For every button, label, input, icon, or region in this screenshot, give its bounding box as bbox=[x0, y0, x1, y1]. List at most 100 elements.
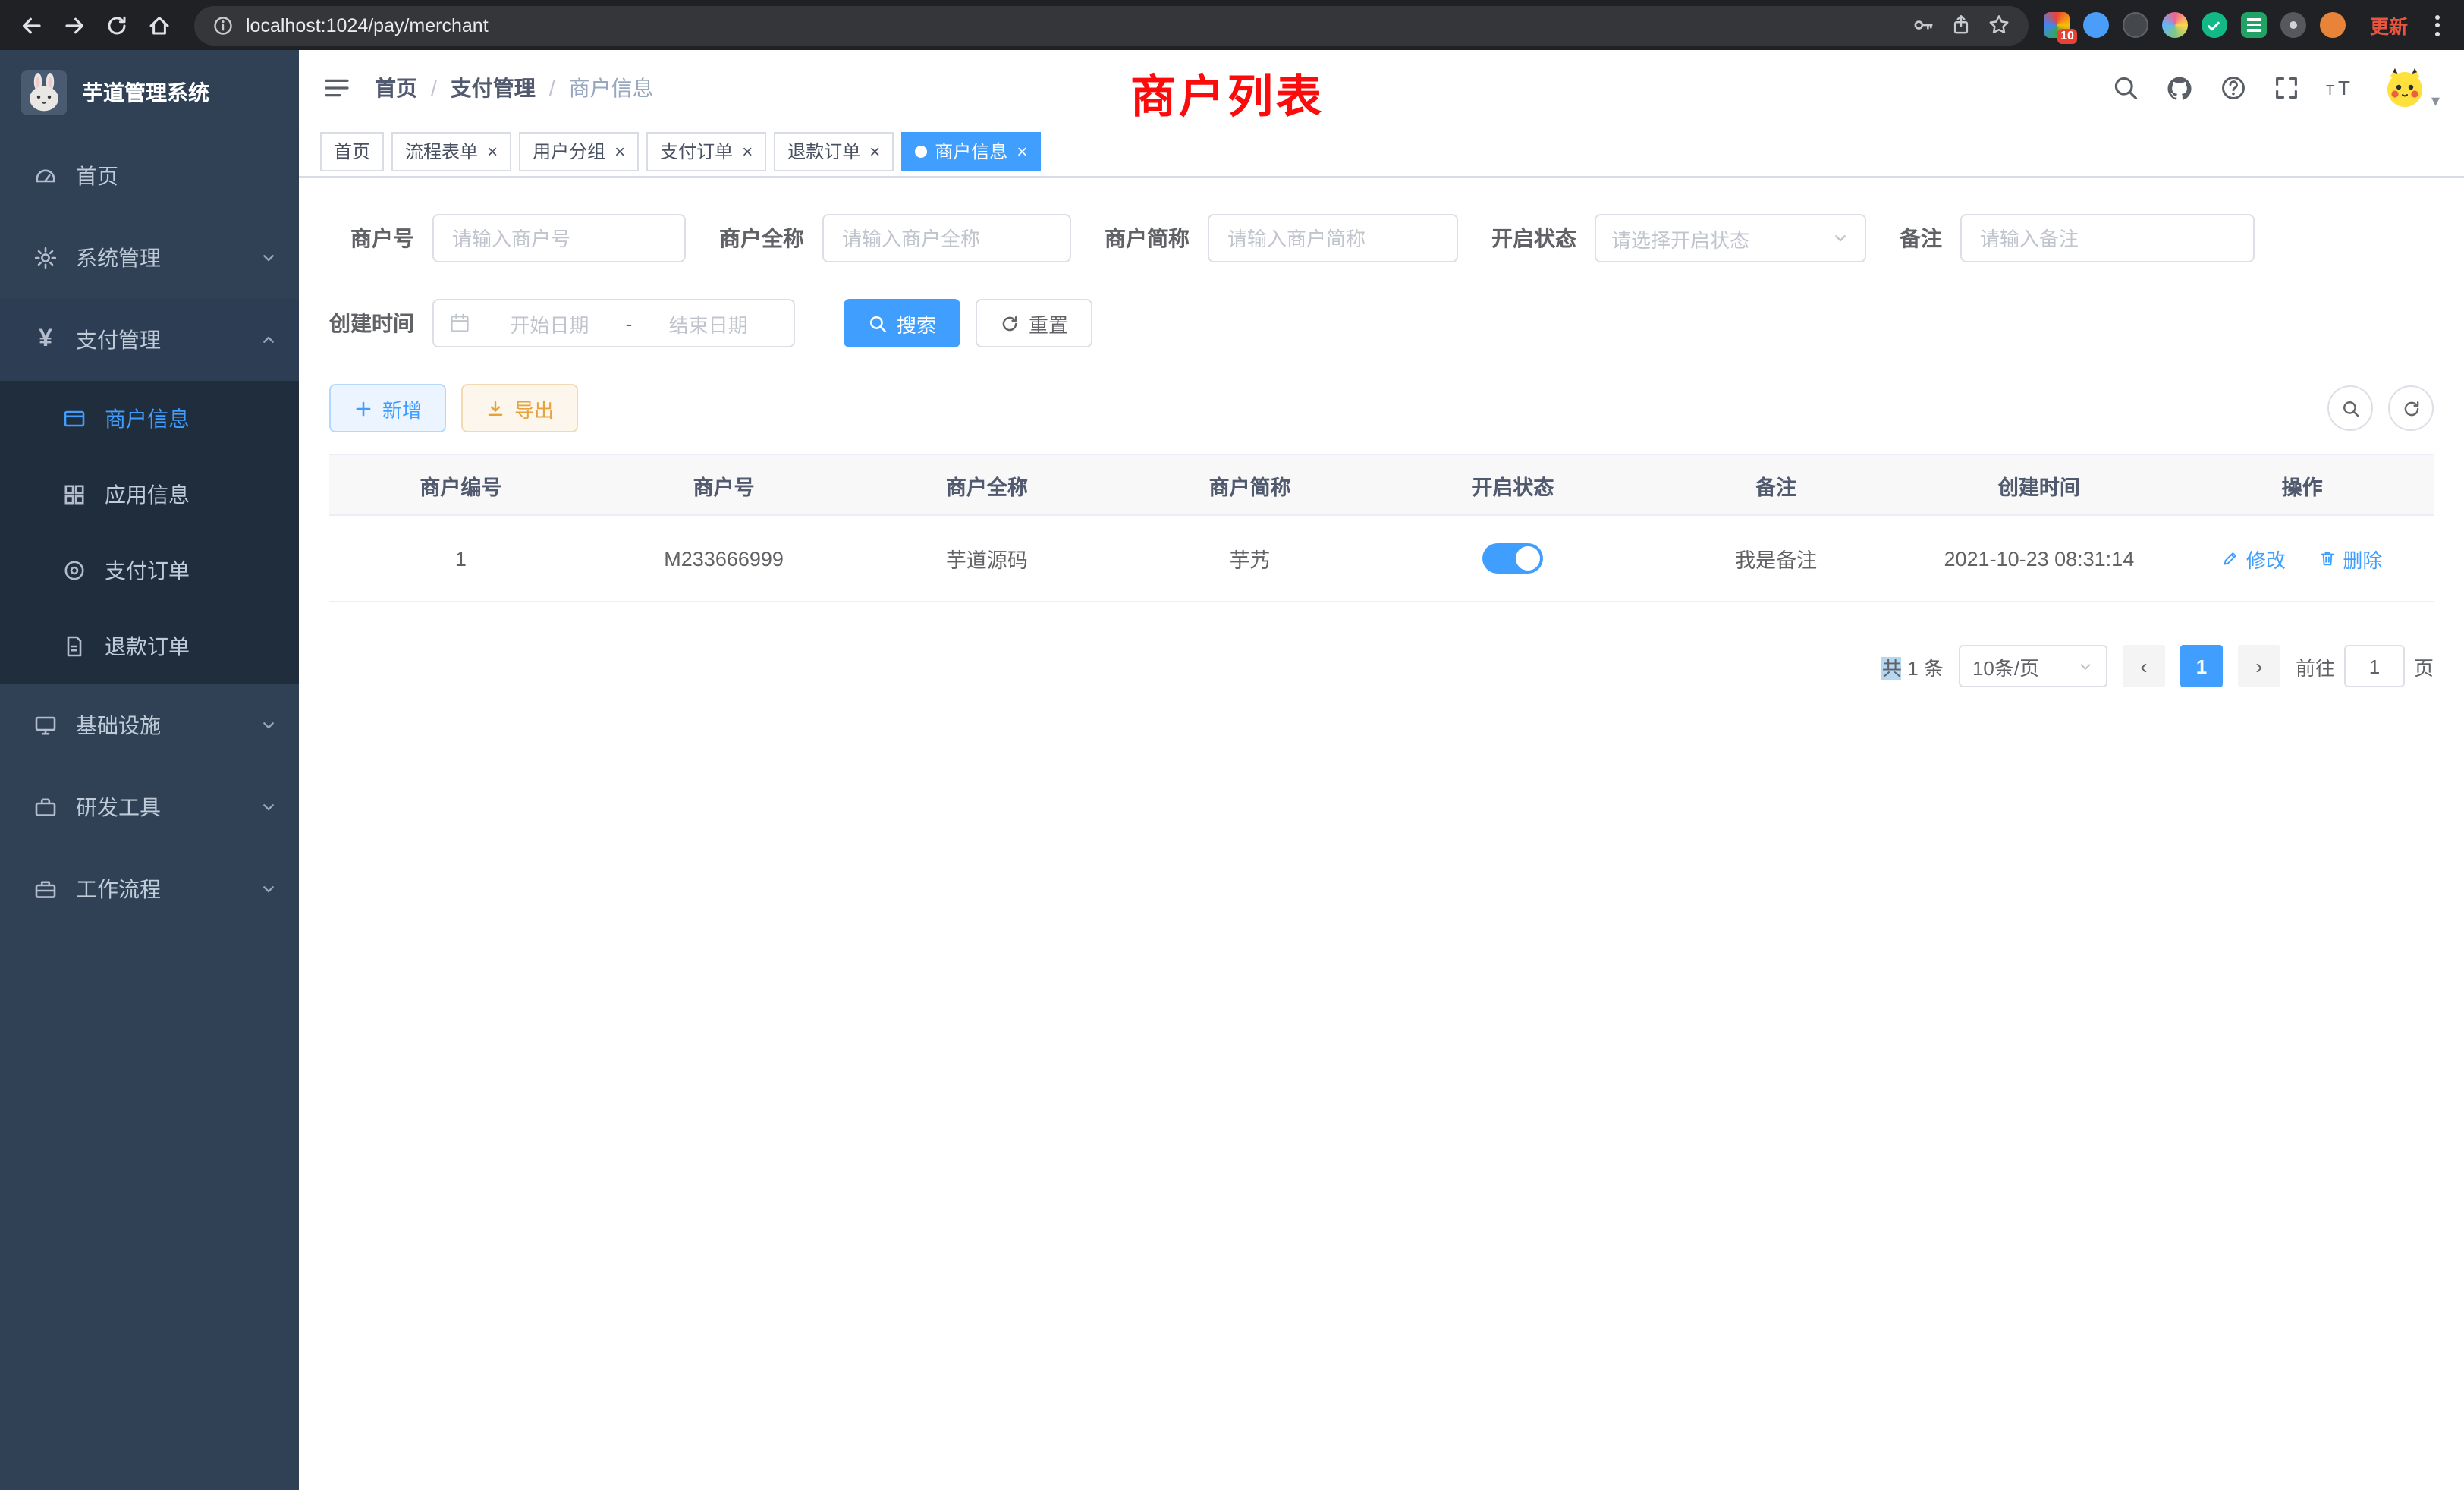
close-icon[interactable]: × bbox=[869, 142, 880, 160]
tab-process-form[interactable]: 流程表单 × bbox=[391, 131, 511, 171]
forward-icon[interactable] bbox=[55, 5, 94, 45]
edit-button[interactable]: 修改 bbox=[2222, 544, 2286, 573]
page-size-select[interactable]: 10条/页 bbox=[1959, 645, 2107, 687]
extension-icon[interactable] bbox=[2280, 12, 2306, 38]
add-button[interactable]: 新增 bbox=[329, 384, 446, 432]
delete-button[interactable]: 删除 bbox=[2318, 544, 2382, 573]
user-avatar[interactable]: ▾ bbox=[2383, 65, 2440, 111]
help-icon[interactable] bbox=[2220, 74, 2248, 102]
home-icon[interactable] bbox=[140, 5, 179, 45]
extension-icon[interactable] bbox=[2162, 12, 2188, 38]
tab-merchant-info[interactable]: 商户信息 × bbox=[901, 131, 1041, 171]
table-toolbar: 新增 导出 bbox=[329, 384, 2434, 432]
calendar-icon bbox=[449, 313, 470, 334]
fullscreen-icon[interactable] bbox=[2274, 74, 2301, 102]
merchant-no-input[interactable] bbox=[432, 214, 686, 262]
goto-page-input[interactable] bbox=[2344, 645, 2405, 687]
start-date-placeholder: 开始日期 bbox=[479, 309, 620, 338]
star-icon[interactable] bbox=[1988, 14, 2010, 36]
sidebar-item-payment[interactable]: ¥ 支付管理 bbox=[0, 299, 299, 381]
extension-icon[interactable] bbox=[2123, 12, 2148, 38]
create-time-range-picker[interactable]: 开始日期 - 结束日期 bbox=[432, 299, 795, 347]
sidebar-item-app-info[interactable]: 应用信息 bbox=[0, 457, 299, 533]
browser-update-button[interactable]: 更新 bbox=[2358, 11, 2420, 39]
reset-button[interactable]: 重置 bbox=[976, 299, 1092, 347]
cell-remark: 我是备注 bbox=[1645, 515, 1908, 602]
chevron-down-icon bbox=[2077, 658, 2094, 674]
github-icon[interactable] bbox=[2166, 74, 2195, 102]
next-page-button[interactable]: › bbox=[2238, 645, 2280, 687]
create-time-label: 创建时间 bbox=[329, 308, 414, 338]
filter-row-1: 商户号 商户全称 商户简称 开启状态 请选择开启状态 bbox=[329, 214, 2434, 262]
full-name-input[interactable] bbox=[822, 214, 1071, 262]
remark-input[interactable] bbox=[1960, 214, 2255, 262]
tab-user-group[interactable]: 用户分组 × bbox=[519, 131, 639, 171]
merchant-no-label: 商户号 bbox=[350, 223, 414, 253]
status-select[interactable]: 请选择开启状态 bbox=[1595, 214, 1866, 262]
breadcrumb-current: 商户信息 bbox=[569, 73, 654, 103]
chevron-down-icon: ▾ bbox=[2431, 91, 2440, 111]
logo[interactable]: 芋道管理系统 bbox=[0, 50, 299, 135]
refresh-button[interactable] bbox=[2388, 385, 2434, 431]
breadcrumb-payment[interactable]: 支付管理 bbox=[451, 73, 536, 103]
address-bar[interactable]: localhost:1024/pay/merchant bbox=[194, 5, 2029, 45]
browser-chrome: localhost:1024/pay/merchant 10 bbox=[0, 0, 2464, 50]
full-name-label: 商户全称 bbox=[719, 223, 804, 253]
tab-pay-order[interactable]: 支付订单 × bbox=[646, 131, 766, 171]
cell-status bbox=[1381, 515, 1645, 602]
page-1-button[interactable]: 1 bbox=[2180, 645, 2223, 687]
pagination: 共 1 条 10条/页 ‹ 1 › 前往 bbox=[329, 645, 2434, 687]
chevron-down-icon bbox=[259, 249, 278, 267]
prev-page-button[interactable]: ‹ bbox=[2123, 645, 2165, 687]
extension-icon[interactable] bbox=[2083, 12, 2109, 38]
card-icon bbox=[62, 407, 86, 431]
extension-icon[interactable] bbox=[2202, 12, 2227, 38]
toggle-search-button[interactable] bbox=[2327, 385, 2373, 431]
chevron-up-icon bbox=[259, 331, 278, 349]
close-icon[interactable]: × bbox=[614, 142, 625, 160]
extension-icon[interactable] bbox=[2320, 12, 2346, 38]
tab-refund-order[interactable]: 退款订单 × bbox=[774, 131, 894, 171]
browser-window: localhost:1024/pay/merchant 10 bbox=[0, 0, 2464, 1490]
breadcrumb: 首页 / 支付管理 / 商户信息 bbox=[375, 73, 654, 103]
col-merchant-no: 商户号 bbox=[592, 454, 856, 515]
grid-icon bbox=[62, 483, 86, 507]
sidebar-item-pay-order[interactable]: 支付订单 bbox=[0, 533, 299, 608]
info-icon[interactable] bbox=[212, 14, 234, 36]
table-row: 1 M233666999 芋道源码 芋艿 我是备注 2021-10-23 08:… bbox=[329, 515, 2434, 602]
short-name-input[interactable] bbox=[1208, 214, 1458, 262]
close-icon[interactable]: × bbox=[742, 142, 753, 160]
sidebar-item-dev-tools[interactable]: 研发工具 bbox=[0, 766, 299, 848]
extension-icon[interactable]: 10 bbox=[2044, 12, 2070, 38]
status-toggle[interactable] bbox=[1482, 543, 1543, 574]
reload-icon[interactable] bbox=[97, 5, 137, 45]
share-icon[interactable] bbox=[1950, 14, 1972, 36]
sidebar-item-home[interactable]: 首页 bbox=[0, 135, 299, 217]
hamburger-icon[interactable] bbox=[323, 74, 350, 102]
back-icon[interactable] bbox=[12, 5, 52, 45]
col-short-name: 商户简称 bbox=[1118, 454, 1381, 515]
export-button[interactable]: 导出 bbox=[461, 384, 578, 432]
key-icon[interactable] bbox=[1912, 14, 1934, 36]
chevron-down-icon bbox=[259, 798, 278, 816]
sidebar-item-system[interactable]: 系统管理 bbox=[0, 217, 299, 299]
search-icon[interactable] bbox=[2113, 74, 2140, 102]
sidebar-item-infrastructure[interactable]: 基础设施 bbox=[0, 684, 299, 766]
sidebar-item-refund-order[interactable]: 退款订单 bbox=[0, 608, 299, 684]
cell-create-time: 2021-10-23 08:31:14 bbox=[1908, 515, 2171, 602]
close-icon[interactable]: × bbox=[1017, 142, 1027, 160]
close-icon[interactable]: × bbox=[487, 142, 498, 160]
gear-icon bbox=[33, 246, 58, 270]
end-date-placeholder: 结束日期 bbox=[638, 309, 778, 338]
sidebar-item-workflow[interactable]: 工作流程 bbox=[0, 848, 299, 930]
font-size-icon[interactable]: TT bbox=[2327, 74, 2357, 102]
document-icon bbox=[62, 634, 86, 659]
breadcrumb-home[interactable]: 首页 bbox=[375, 73, 417, 103]
browser-menu-icon[interactable] bbox=[2423, 14, 2452, 36]
tab-home[interactable]: 首页 bbox=[320, 131, 384, 171]
chevron-down-icon bbox=[1831, 229, 1850, 247]
sidebar-item-merchant-info[interactable]: 商户信息 bbox=[0, 381, 299, 457]
extension-icon[interactable] bbox=[2241, 12, 2267, 38]
search-button[interactable]: 搜索 bbox=[844, 299, 960, 347]
target-icon bbox=[62, 558, 86, 583]
